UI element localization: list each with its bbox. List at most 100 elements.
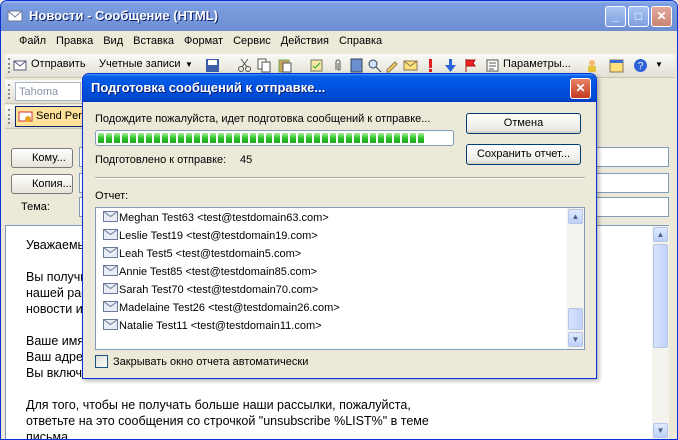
toolbar-grip[interactable] xyxy=(8,58,11,73)
progress-segment xyxy=(410,133,416,143)
body-scrollbar[interactable]: ▲ ▼ xyxy=(652,226,669,439)
dialog-close-button[interactable]: ✕ xyxy=(570,78,591,99)
send-personally-icon xyxy=(18,111,33,122)
progress-segment xyxy=(362,133,368,143)
cut-icon[interactable] xyxy=(237,58,252,73)
send-button[interactable]: Отправить xyxy=(31,58,86,70)
progress-segment xyxy=(338,133,344,143)
message-titlebar[interactable]: Новости - Сообщение (HTML) _ □ ✕ xyxy=(1,1,677,31)
progress-segment xyxy=(194,133,200,143)
message-title: Новости - Сообщение (HTML) xyxy=(29,8,219,23)
menu-bar: Файл Правка Вид Вставка Формат Сервис Действия… xyxy=(5,32,675,52)
scroll-down-icon[interactable]: ▼ xyxy=(568,332,583,347)
envelope-icon xyxy=(103,229,118,240)
accounts-dropdown-icon[interactable]: ▼ xyxy=(185,60,193,69)
auto-close-checkbox[interactable] xyxy=(95,355,108,368)
menu-tools[interactable]: Сервис xyxy=(228,32,276,47)
minimize-button[interactable]: _ xyxy=(605,6,626,27)
to-button[interactable]: Кому... xyxy=(11,148,73,168)
report-item-text: Leslie Test19 <test@testdomain19.com> xyxy=(119,230,318,242)
flag-icon[interactable] xyxy=(463,58,478,73)
report-item[interactable]: Sarah Test70 <test@testdomain70.com> xyxy=(103,283,318,299)
progress-segment xyxy=(402,133,408,143)
cancel-button[interactable]: Отмена xyxy=(466,113,581,134)
prepare-messages-dialog: Подготовка сообщений к отправке... ✕ Под… xyxy=(82,73,597,379)
menu-file[interactable]: Файл xyxy=(5,32,51,47)
accounts-button[interactable]: Учетные записи xyxy=(99,58,181,70)
people-icon[interactable] xyxy=(585,58,600,73)
prepared-count: 45 xyxy=(240,154,253,166)
report-scrollbar[interactable]: ▲ ▼ xyxy=(567,208,584,349)
options-button[interactable]: Параметры... xyxy=(503,58,571,70)
toolbar-grip[interactable] xyxy=(8,84,11,99)
envelope-icon xyxy=(103,211,118,222)
find-icon[interactable] xyxy=(367,58,382,73)
check-names-icon[interactable] xyxy=(309,58,324,73)
progress-segment xyxy=(274,133,280,143)
scroll-up-icon[interactable]: ▲ xyxy=(568,209,583,224)
subject-label: Тема: xyxy=(21,201,50,213)
address-book-icon[interactable] xyxy=(349,58,364,73)
close-button[interactable]: ✕ xyxy=(651,6,672,27)
dialog-title: Подготовка сообщений к отправке... xyxy=(91,80,326,95)
progress-fill xyxy=(98,133,426,145)
progress-segment xyxy=(354,133,360,143)
toolbar-options-chevron-icon[interactable]: ▼ xyxy=(655,60,663,69)
paste-icon[interactable] xyxy=(277,58,292,73)
maximize-button[interactable]: □ xyxy=(628,6,649,27)
envelope-icon xyxy=(103,265,118,276)
importance-low-icon[interactable] xyxy=(443,58,458,73)
toolbar-grip[interactable] xyxy=(8,109,11,124)
scroll-thumb[interactable] xyxy=(653,244,668,348)
progress-segment xyxy=(418,133,424,143)
options-icon xyxy=(486,59,499,72)
scroll-up-icon[interactable]: ▲ xyxy=(653,227,668,242)
svg-text:?: ? xyxy=(638,61,644,72)
report-item-text: Sarah Test70 <test@testdomain70.com> xyxy=(119,284,319,296)
body-line: Вы получи xyxy=(26,270,88,284)
report-item[interactable]: Leslie Test19 <test@testdomain19.com> xyxy=(103,229,318,245)
importance-high-icon[interactable] xyxy=(423,58,438,73)
plugin-toolbar: Send Pers xyxy=(5,105,87,129)
dialog-titlebar[interactable]: Подготовка сообщений к отправке... ✕ xyxy=(83,74,596,102)
body-line: новости и xyxy=(26,302,83,316)
formatting-toolbar: Tahoma xyxy=(5,80,83,104)
signature-icon[interactable] xyxy=(385,58,400,73)
progress-segment xyxy=(178,133,184,143)
save-icon[interactable] xyxy=(205,58,220,73)
mail-icon[interactable] xyxy=(403,58,418,73)
report-item[interactable]: Meghan Test63 <test@testdomain63.com> xyxy=(103,211,329,227)
font-name-input[interactable]: Tahoma xyxy=(15,82,81,101)
menu-actions[interactable]: Действия xyxy=(276,32,334,47)
attach-icon[interactable] xyxy=(331,58,346,73)
progress-segment xyxy=(186,133,192,143)
cc-button-label: Копия... xyxy=(32,178,72,190)
auto-close-label[interactable]: Закрывать окно отчета автоматически xyxy=(113,356,308,368)
menu-view[interactable]: Вид xyxy=(98,32,128,47)
menu-insert[interactable]: Вставка xyxy=(128,32,179,47)
scroll-down-icon[interactable]: ▼ xyxy=(653,423,668,438)
cc-button[interactable]: Копия... xyxy=(11,174,73,194)
report-item[interactable]: Leah Test5 <test@testdomain5.com> xyxy=(103,247,301,263)
envelope-icon xyxy=(103,319,118,330)
progress-segment xyxy=(234,133,240,143)
menu-format[interactable]: Формат xyxy=(179,32,228,47)
report-item[interactable]: Madelaine Test26 <test@testdomain26.com> xyxy=(103,301,340,317)
send-personally-button[interactable]: Send Pers xyxy=(15,106,87,127)
progress-segment xyxy=(394,133,400,143)
menu-edit[interactable]: Правка xyxy=(51,32,98,47)
report-item[interactable]: Natalie Test11 <test@testdomain11.com> xyxy=(103,319,322,335)
progress-segment xyxy=(266,133,272,143)
calendar-icon[interactable] xyxy=(609,58,624,73)
save-report-button[interactable]: Сохранить отчет... xyxy=(466,144,581,165)
progress-segment xyxy=(242,133,248,143)
scroll-thumb[interactable] xyxy=(568,308,583,330)
report-item[interactable]: Annie Test85 <test@testdomain85.com> xyxy=(103,265,317,281)
wait-message: Подождите пожалуйста, идет подготовка со… xyxy=(95,113,431,125)
menu-help[interactable]: Справка xyxy=(334,32,387,47)
report-list[interactable]: Meghan Test63 <test@testdomain63.com> Le… xyxy=(95,207,585,350)
separator xyxy=(95,177,585,179)
progress-segment xyxy=(250,133,256,143)
copy-icon[interactable] xyxy=(257,58,272,73)
help-icon[interactable]: ? xyxy=(633,58,648,73)
